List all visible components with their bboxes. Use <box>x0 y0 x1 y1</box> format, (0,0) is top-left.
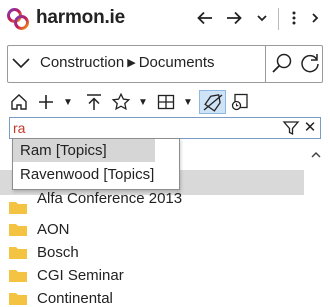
view-dropdown-button[interactable]: ▼ <box>182 90 194 114</box>
clear-filter-close-icon[interactable]: ✕ <box>302 118 318 138</box>
view-icon <box>157 94 175 110</box>
header-divider <box>278 8 279 30</box>
harmonie-logo-icon <box>7 8 29 30</box>
home-button[interactable] <box>8 90 30 114</box>
folder-icon <box>9 270 27 282</box>
location-breadcrumb[interactable]: Construction ▶ Documents <box>40 53 215 73</box>
refresh-icon[interactable] <box>298 51 322 75</box>
arrow-left-icon <box>197 11 212 25</box>
location-divider <box>265 46 266 82</box>
favorites-dropdown-button[interactable]: ▼ <box>137 90 149 114</box>
list-item[interactable]: CGI Seminar <box>0 264 300 288</box>
folder-icon <box>9 293 27 305</box>
folder-icon <box>9 247 27 259</box>
tag-filter-button[interactable] <box>199 90 226 114</box>
list-item[interactable]: Alfa Conference 2013 <box>0 190 300 220</box>
folder-icon <box>9 202 27 214</box>
upload-button[interactable] <box>84 90 104 114</box>
suggestion-label[interactable]: Ravenwood [Topics] <box>20 165 154 185</box>
add-button[interactable] <box>36 90 56 114</box>
location-expand-chevron-icon[interactable] <box>10 52 32 74</box>
add-dropdown-button[interactable]: ▼ <box>62 90 74 114</box>
caret-down-icon: ▼ <box>138 96 148 108</box>
folder-icon <box>9 224 27 236</box>
chevron-down-icon <box>257 15 267 22</box>
more-options-button[interactable] <box>283 6 305 30</box>
caret-down-icon: ▼ <box>63 96 73 108</box>
breadcrumb-separator-icon: ▶ <box>127 57 136 69</box>
home-icon <box>11 94 27 110</box>
suggestion-label[interactable]: Ram [Topics] <box>20 141 107 161</box>
list-item-label: Continental <box>37 290 113 307</box>
list-item[interactable]: AON <box>0 218 300 242</box>
list-item[interactable]: Continental <box>0 287 300 307</box>
history-dropdown-button[interactable] <box>251 6 273 30</box>
list-scrollbar[interactable] <box>304 143 330 307</box>
filter-icon[interactable] <box>282 119 300 137</box>
back-button[interactable] <box>194 6 216 30</box>
caret-down-icon: ▼ <box>183 96 193 108</box>
tag-filter-icon <box>203 94 222 112</box>
breadcrumb-site[interactable]: Construction <box>40 54 124 71</box>
list-item-label: Bosch <box>37 244 79 261</box>
list-item[interactable]: Bosch <box>0 241 300 265</box>
add-icon <box>39 95 53 109</box>
filter-input[interactable] <box>13 118 273 138</box>
upload-icon <box>87 94 101 110</box>
favorite-icon <box>111 92 131 111</box>
collapse-pane-button[interactable] <box>304 6 326 30</box>
suggestions-scrollbar[interactable] <box>157 139 179 189</box>
list-item-label: CGI Seminar <box>37 267 124 284</box>
chevron-right-icon <box>312 13 319 23</box>
scroll-up-chevron-icon[interactable] <box>309 148 323 162</box>
favorites-button[interactable] <box>110 90 132 114</box>
vertical-dots-icon <box>292 11 296 25</box>
search-icon[interactable] <box>270 51 294 75</box>
list-item-label: AON <box>37 221 70 238</box>
app-brand: harmon.ie <box>36 7 125 28</box>
view-button[interactable] <box>155 90 177 114</box>
breadcrumb-library[interactable]: Documents <box>139 54 215 71</box>
recent-button[interactable] <box>229 90 251 114</box>
arrow-right-icon <box>227 11 242 25</box>
recent-icon <box>231 93 248 111</box>
list-item-label: Alfa Conference 2013 <box>37 190 183 207</box>
forward-button[interactable] <box>223 6 245 30</box>
